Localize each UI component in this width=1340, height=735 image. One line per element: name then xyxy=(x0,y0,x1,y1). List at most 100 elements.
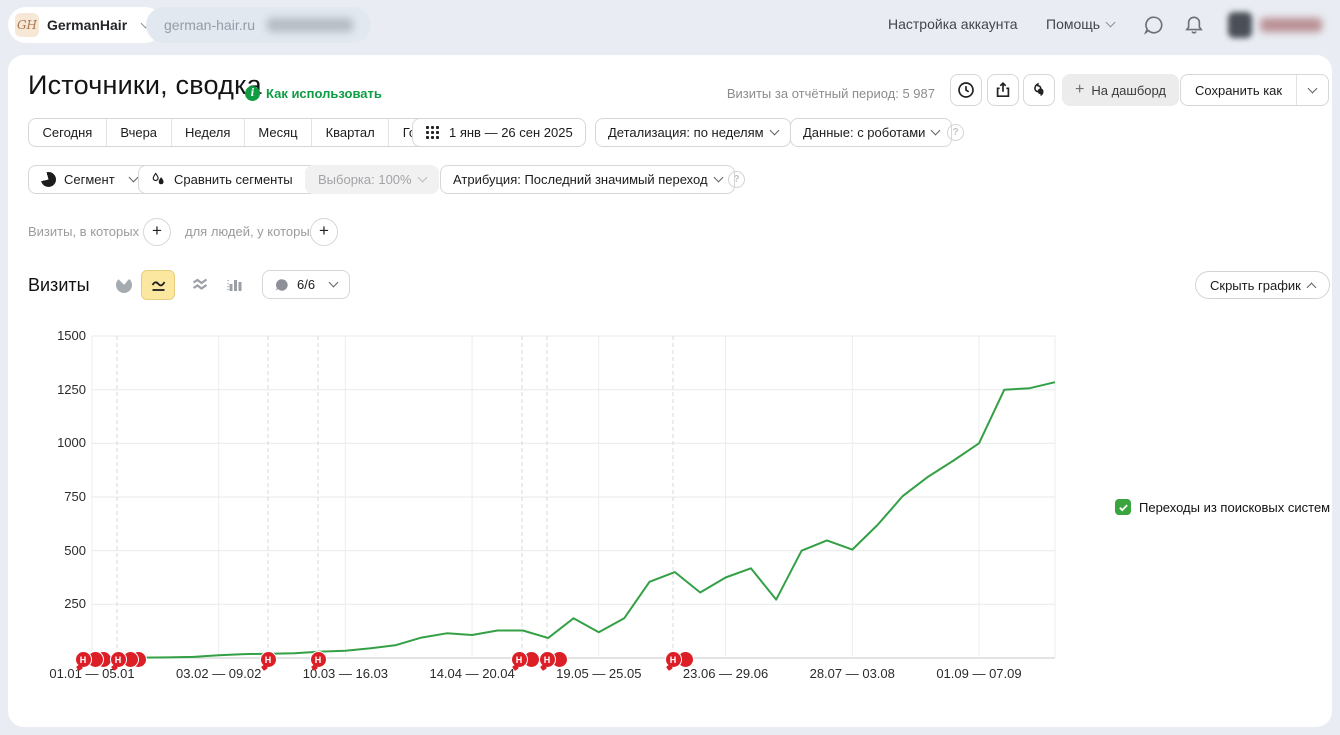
note-marker[interactable]: Н xyxy=(665,651,682,668)
date-preset-1[interactable]: Сегодня xyxy=(29,119,107,146)
visits-period-counter: Визиты за отчётный период: 5 987 xyxy=(727,86,935,101)
pie-segment-icon xyxy=(41,172,56,187)
account-settings-link[interactable]: Настройка аккаунта xyxy=(888,16,1018,32)
x-tick-label: 01.01 — 05.01 xyxy=(27,666,157,681)
help-question-icon[interactable]: ? xyxy=(728,171,745,188)
note-marker[interactable]: Н xyxy=(539,651,556,668)
export-button[interactable] xyxy=(987,74,1019,106)
date-preset-3[interactable]: Неделя xyxy=(172,119,245,146)
hide-chart-button[interactable]: Скрыть график xyxy=(1195,271,1330,299)
chevron-down-icon xyxy=(128,173,138,183)
info-icon: i xyxy=(245,86,260,101)
user-avatar[interactable] xyxy=(1228,12,1252,38)
x-tick-label: 10.03 — 16.03 xyxy=(280,666,410,681)
date-preset-4[interactable]: Месяц xyxy=(245,119,312,146)
chevron-down-icon xyxy=(329,278,339,288)
note-marker[interactable]: Н xyxy=(310,651,327,668)
how-to-use-label: Как использовать xyxy=(266,86,382,101)
chevron-down-icon xyxy=(931,126,941,136)
chevron-up-icon xyxy=(1306,282,1316,292)
date-range-label: 1 янв — 26 сен 2025 xyxy=(449,125,573,140)
add-visit-condition-button[interactable]: + xyxy=(143,218,171,246)
segment-label: Сегмент xyxy=(64,172,115,187)
chat-bubble-icon xyxy=(1144,15,1164,35)
chart-type-area-button[interactable] xyxy=(185,270,215,300)
visits-where-label: Визиты, в которых xyxy=(28,218,139,246)
save-as-button[interactable]: Сохранить как xyxy=(1181,75,1296,105)
data-mode-dropdown[interactable]: Данные: с роботами xyxy=(790,118,952,147)
legend-item-search-traffic[interactable]: Переходы из поисковых систем xyxy=(1115,499,1330,515)
sampling-label: Выборка: 100% xyxy=(318,172,412,187)
feedback-button[interactable] xyxy=(1144,15,1164,40)
notifications-button[interactable] xyxy=(1184,15,1204,40)
how-to-use[interactable]: i Как использовать xyxy=(245,86,382,101)
date-range-button[interactable]: 1 янв — 26 сен 2025 xyxy=(412,118,586,147)
notes-count-label: 6/6 xyxy=(297,277,315,292)
note-marker[interactable]: Н xyxy=(511,651,528,668)
chevron-down-icon xyxy=(713,173,723,183)
people-where-label: для людей, у которых xyxy=(185,218,316,246)
x-tick-label: 01.09 — 07.09 xyxy=(914,666,1044,681)
bell-icon xyxy=(1184,15,1204,35)
chart-type-line-button[interactable] xyxy=(141,270,175,300)
visits-chart[interactable]: 01.01 — 05.0103.02 — 09.0210.03 — 16.031… xyxy=(92,336,1055,658)
chevron-down-icon xyxy=(1308,84,1318,94)
line-chart xyxy=(92,336,1055,658)
redacted-username xyxy=(1260,18,1322,32)
date-preset-2[interactable]: Вчера xyxy=(107,119,172,146)
clock-icon xyxy=(957,81,975,99)
note-marker[interactable]: Н xyxy=(260,651,277,668)
help-question-icon[interactable]: ? xyxy=(947,124,964,141)
help-label: Помощь xyxy=(1046,16,1100,32)
notes-toggle-button[interactable] xyxy=(1023,74,1055,106)
detail-dropdown[interactable]: Детализация: по неделям xyxy=(595,118,791,147)
area-chart-icon xyxy=(191,277,209,293)
add-to-dashboard-button[interactable]: + На дашборд xyxy=(1062,74,1179,106)
chevron-down-icon xyxy=(417,173,427,183)
checkbox-checked-icon[interactable] xyxy=(1115,499,1131,515)
save-as-split-button: Сохранить как xyxy=(1180,74,1329,106)
y-tick-label: 250 xyxy=(36,596,86,611)
attribution-label: Атрибуция: Последний значимый переход xyxy=(453,172,708,187)
detail-label: Детализация: по неделям xyxy=(608,125,764,140)
note-bubble-icon xyxy=(275,278,289,292)
hide-chart-label: Скрыть график xyxy=(1210,278,1301,293)
counter-logo: GH xyxy=(15,13,39,37)
segment-button[interactable]: Сегмент xyxy=(28,165,150,194)
main-card: Источники, сводка i Как использовать Виз… xyxy=(8,55,1332,727)
y-tick-label: 1000 xyxy=(36,435,86,450)
save-as-dropdown[interactable] xyxy=(1296,75,1328,105)
notes-count-dropdown[interactable]: 6/6 xyxy=(262,270,350,299)
counter-name: GermanHair xyxy=(47,17,127,33)
help-menu[interactable]: Помощь xyxy=(1046,16,1114,32)
attribution-dropdown[interactable]: Атрибуция: Последний значимый переход xyxy=(440,165,735,194)
chart-type-bar-button[interactable] xyxy=(220,270,250,300)
account-settings-label: Настройка аккаунта xyxy=(888,16,1018,32)
plus-icon: + xyxy=(1075,81,1084,99)
calendar-grid-icon xyxy=(425,125,440,140)
chart-type-pie-button[interactable] xyxy=(109,270,139,300)
data-mode-label: Данные: с роботами xyxy=(803,125,925,140)
date-presets: СегодняВчераНеделяМесяцКварталГод xyxy=(28,118,438,147)
droplets-icon xyxy=(151,172,166,187)
site-domain: german-hair.ru xyxy=(164,17,255,33)
note-marker[interactable]: Н xyxy=(110,651,127,668)
pie-chart-icon xyxy=(116,277,132,293)
y-tick-label: 750 xyxy=(36,489,86,504)
chevron-down-icon xyxy=(1106,17,1116,27)
add-people-condition-button[interactable]: + xyxy=(310,218,338,246)
quotes-icon xyxy=(1030,81,1048,99)
redacted-tab-text xyxy=(267,18,353,32)
note-marker[interactable]: Н xyxy=(75,651,92,668)
page-title: Источники, сводка xyxy=(28,70,262,101)
scheduled-reports-button[interactable] xyxy=(950,74,982,106)
add-to-dashboard-label: На дашборд xyxy=(1091,83,1166,98)
compare-segments-label: Сравнить сегменты xyxy=(174,172,293,187)
chevron-down-icon xyxy=(769,126,779,136)
site-tab[interactable]: german-hair.ru xyxy=(146,7,371,43)
counter-switcher[interactable]: GH GermanHair xyxy=(8,7,163,43)
date-preset-5[interactable]: Квартал xyxy=(312,119,389,146)
compare-segments-button[interactable]: Сравнить сегменты xyxy=(138,165,328,194)
x-tick-label: 19.05 — 25.05 xyxy=(534,666,664,681)
y-tick-label: 1500 xyxy=(36,328,86,343)
